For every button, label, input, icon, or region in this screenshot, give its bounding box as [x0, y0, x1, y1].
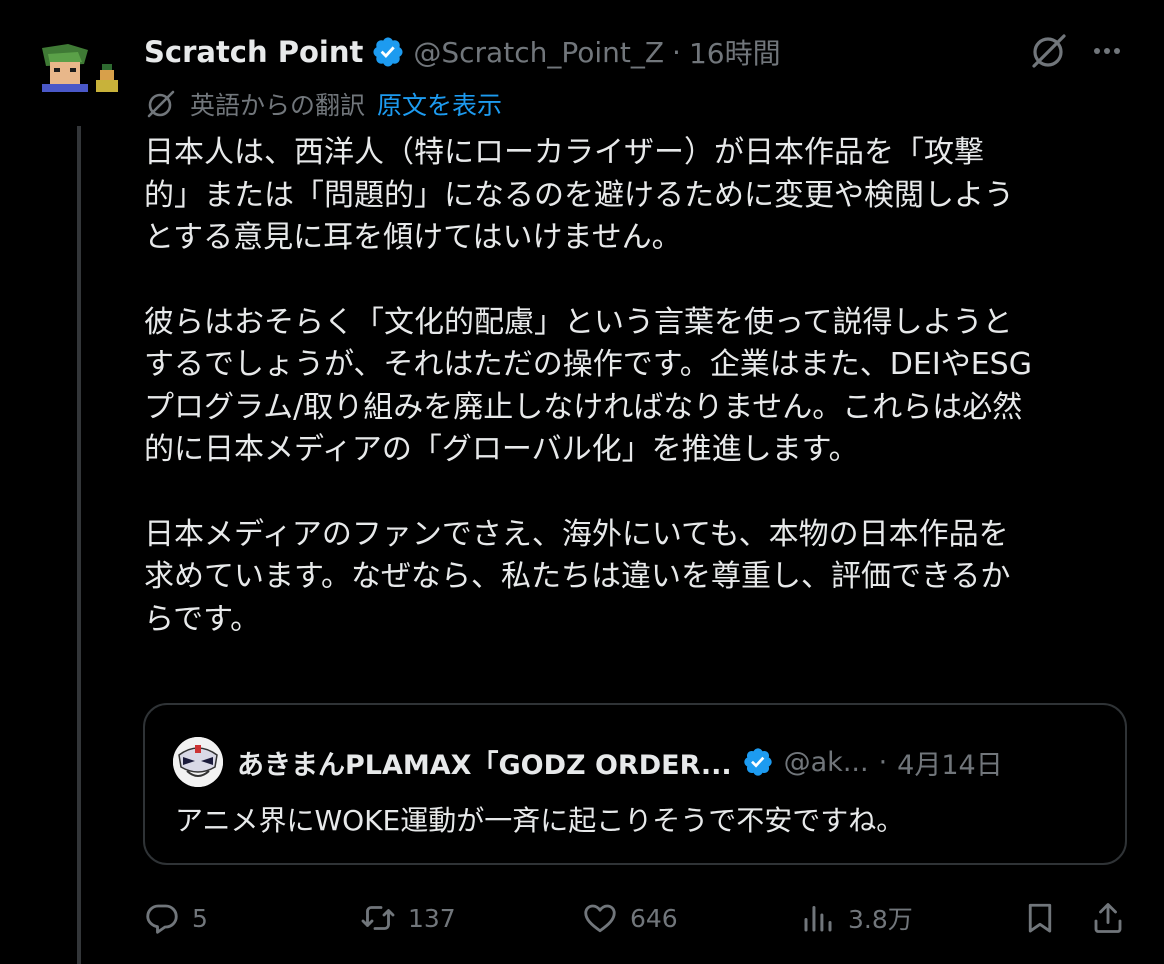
tweet-paragraph: 日本人は、西洋人（特にローカライザー）が日本作品を「攻撃 的」または「問題的」に… [144, 132, 1134, 260]
share-icon [1094, 903, 1122, 933]
text-line: プログラム/取り組みを廃止しなければなりません。これらは必然 [144, 389, 1023, 425]
thread-line [77, 126, 81, 964]
separator-dot: · [878, 746, 888, 778]
separator-dot: · [672, 35, 681, 69]
share-button[interactable] [1090, 896, 1138, 940]
grok-icon[interactable] [1028, 30, 1070, 72]
views-icon [804, 906, 832, 932]
like-count: 646 [630, 903, 678, 933]
quote-author-name: あきまんPLAMAX「GODZ ORDER... [237, 749, 732, 781]
bookmark-icon [1028, 903, 1052, 933]
repost-button[interactable]: 137 [360, 896, 456, 940]
text-line: 的に日本メディアの「グローバル化」を推進します。 [144, 432, 859, 467]
text-line: 的」または「問題的」になるのを避けるために変更や検閲しよう [144, 177, 1014, 213]
translation-label: 英語からの翻訳 [190, 91, 366, 120]
repost-count: 137 [408, 903, 456, 933]
quote-header: あきまんPLAMAX「GODZ ORDER... @ak... · 4月14日 [237, 741, 1107, 783]
author-handle[interactable]: @Scratch_Point_Z [413, 36, 664, 69]
text-line: するでしょうが、それはただの操作です。企業はまた、DEIやESG [144, 347, 1032, 382]
text-line: 日本メディアのファンでさえ、海外にいても、本物の日本作品を [144, 516, 1009, 552]
like-button[interactable]: 646 [582, 896, 678, 940]
translation-row: 英語からの翻訳 原文を表示 [144, 86, 502, 122]
tweet-paragraph: 彼らはおそらく「文化的配慮」という言葉を使って説得しようと するでしょうが、それ… [144, 302, 1134, 472]
avatar[interactable] [38, 44, 120, 92]
quote-text: アニメ界にWOKE運動が一斉に起こりそうで不安ですね。 [175, 804, 905, 837]
action-bar: 5 137 646 3.8万 [0, 896, 1164, 940]
views-button[interactable]: 3.8万 [800, 896, 913, 940]
tweet-header: Scratch Point @Scratch_Point_Z · 16時間 [144, 30, 1044, 74]
text-line: 求めています。なぜなら、私たちは違いを尊重し、評価できるか [144, 559, 1011, 594]
text-line: らです。 [144, 601, 261, 637]
more-icon[interactable] [1086, 30, 1128, 72]
views-count: 3.8万 [848, 905, 913, 934]
like-icon [584, 904, 616, 933]
verified-badge-icon [743, 748, 772, 776]
quoted-tweet[interactable]: あきまんPLAMAX「GODZ ORDER... @ak... · 4月14日 … [143, 703, 1127, 865]
reply-icon [146, 904, 178, 934]
bookmark-button[interactable] [1022, 896, 1070, 940]
tweet-paragraph: 日本メディアのファンでさえ、海外にいても、本物の日本作品を 求めています。なぜな… [144, 514, 1134, 642]
translate-icon [147, 90, 175, 118]
text-line: 彼らはおそらく「文化的配慮」という言葉を使って説得しようと [144, 304, 1013, 340]
tweet-text: 日本人は、西洋人（特にローカライザー）が日本作品を「攻撃 的」または「問題的」に… [144, 132, 1134, 641]
quote-date: 4月14日 [897, 749, 1003, 781]
reply-count: 5 [192, 903, 208, 933]
quote-avatar[interactable] [173, 737, 223, 787]
text-line: とする意見に耳を傾けてはいけません。 [144, 220, 682, 255]
text-line: 日本人は、西洋人（特にローカライザー）が日本作品を「攻撃 [144, 135, 984, 170]
repost-icon [361, 906, 395, 930]
author-name[interactable]: Scratch Point [144, 35, 363, 69]
show-original-link[interactable]: 原文を表示 [377, 86, 502, 122]
quote-author-handle: @ak... [783, 746, 869, 778]
verified-badge-icon [373, 37, 403, 67]
reply-button[interactable]: 5 [144, 896, 208, 940]
timestamp[interactable]: 16時間 [689, 32, 781, 72]
